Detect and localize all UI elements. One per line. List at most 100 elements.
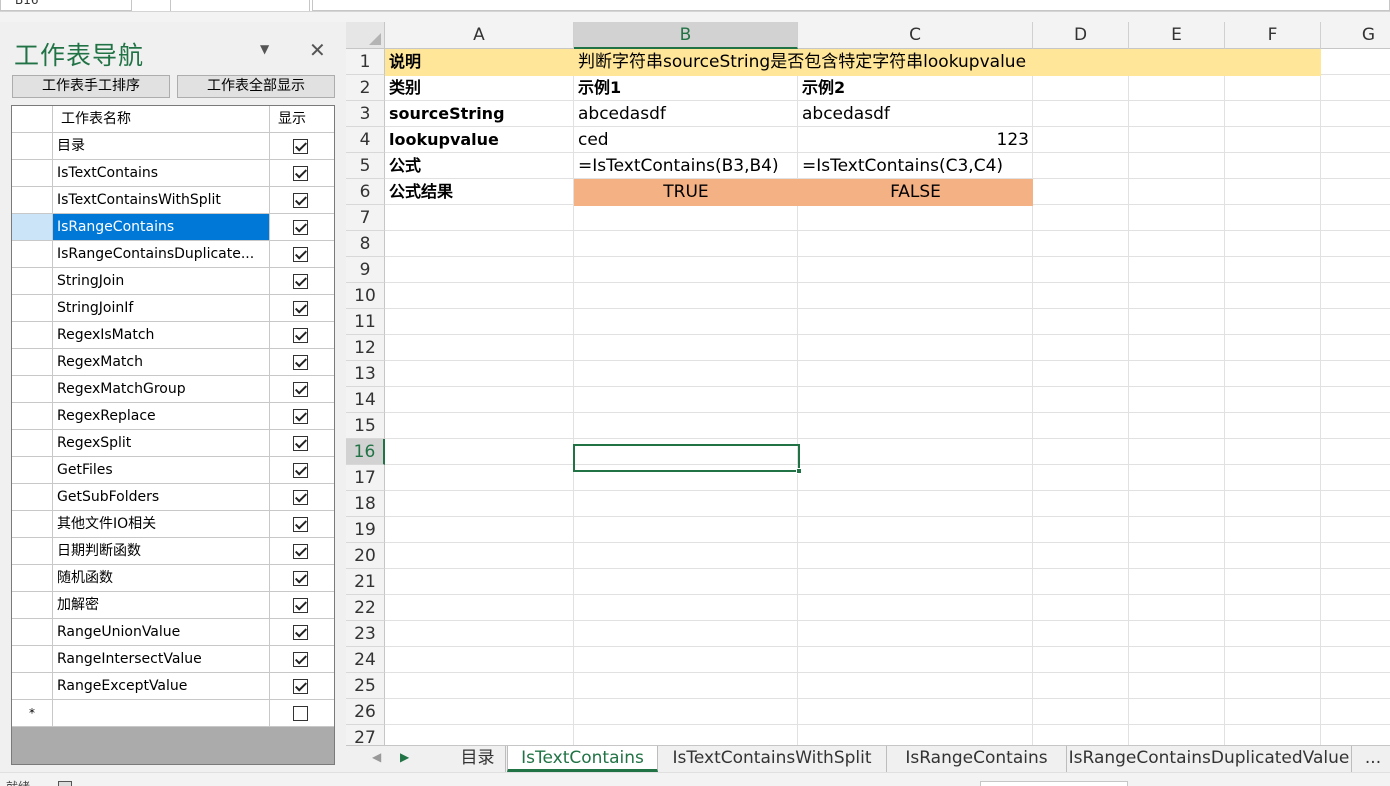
- row-header[interactable]: 27: [346, 725, 385, 745]
- sheet-list-row[interactable]: IsRangeContainsDuplicate...: [12, 241, 334, 268]
- sheet-list-row[interactable]: RegexIsMatch: [12, 322, 334, 349]
- sheet-name-cell[interactable]: RangeUnionValue: [53, 619, 270, 646]
- checkbox-icon[interactable]: [293, 301, 308, 316]
- show-checkbox-cell[interactable]: [270, 160, 334, 187]
- cell-a6[interactable]: 公式结果: [385, 179, 574, 205]
- row-header[interactable]: 22: [346, 595, 385, 621]
- row-header[interactable]: 24: [346, 647, 385, 673]
- row-header[interactable]: 17: [346, 465, 385, 491]
- cell-c6[interactable]: FALSE: [798, 179, 1033, 205]
- sheet-name-cell[interactable]: RegexSplit: [53, 430, 270, 457]
- show-checkbox-cell[interactable]: [270, 565, 334, 592]
- sheet-name-cell[interactable]: RegexMatch: [53, 349, 270, 376]
- show-checkbox-cell[interactable]: [270, 700, 334, 727]
- show-checkbox-cell[interactable]: [270, 349, 334, 376]
- show-checkbox-cell[interactable]: [270, 592, 334, 619]
- sheet-list-row[interactable]: RegexMatchGroup: [12, 376, 334, 403]
- row-header[interactable]: 18: [346, 491, 385, 517]
- cell-a3[interactable]: sourceString: [385, 101, 574, 127]
- row-header[interactable]: 5: [346, 153, 385, 179]
- sheet-list-row[interactable]: IsTextContains: [12, 160, 334, 187]
- sheet-list-row[interactable]: StringJoinIf: [12, 295, 334, 322]
- sheet-name-cell[interactable]: 其他文件IO相关: [53, 511, 270, 538]
- sheet-name-cell[interactable]: 日期判断函数: [53, 538, 270, 565]
- show-checkbox-cell[interactable]: [270, 673, 334, 700]
- column-header[interactable]: E: [1129, 22, 1225, 49]
- formula-input[interactable]: [312, 0, 1390, 11]
- row-header[interactable]: 21: [346, 569, 385, 595]
- checkbox-icon[interactable]: [293, 193, 308, 208]
- row-header[interactable]: 25: [346, 673, 385, 699]
- tab-scroll-prev-icon[interactable]: ◀: [372, 750, 381, 764]
- row-header[interactable]: 16: [346, 439, 385, 465]
- checkbox-icon[interactable]: [293, 247, 308, 262]
- checkbox-icon[interactable]: [293, 517, 308, 532]
- worksheet-grid[interactable]: ABCDEFG 1 2 3 4 5 6 7 8 9 10 11 12 13 14 15 16 17 18 19 20 2…: [346, 22, 1390, 745]
- sheet-tab[interactable]: IsRangeContains: [887, 746, 1067, 772]
- checkbox-icon[interactable]: [293, 274, 308, 289]
- checkbox-icon[interactable]: [293, 139, 308, 154]
- row-selector[interactable]: [12, 430, 53, 457]
- sheet-name-cell[interactable]: RangeIntersectValue: [53, 646, 270, 673]
- sheet-list-row[interactable]: RegexSplit: [12, 430, 334, 457]
- cell-a4[interactable]: lookupvalue: [385, 127, 574, 153]
- sheet-name-cell[interactable]: GetFiles: [53, 457, 270, 484]
- checkbox-icon[interactable]: [293, 679, 308, 694]
- select-all-corner[interactable]: [346, 22, 385, 49]
- show-all-button[interactable]: 工作表全部显示: [177, 75, 335, 98]
- row-selector[interactable]: [12, 322, 53, 349]
- column-header[interactable]: F: [1225, 22, 1321, 49]
- sheet-name-cell[interactable]: StringJoinIf: [53, 295, 270, 322]
- show-checkbox-cell[interactable]: [270, 322, 334, 349]
- sheet-list-row[interactable]: 随机函数: [12, 565, 334, 592]
- sheet-name-cell[interactable]: IsTextContains: [53, 160, 270, 187]
- row-selector[interactable]: [12, 214, 53, 241]
- cell-b3[interactable]: abcedasdf: [574, 101, 798, 127]
- sheet-name-cell[interactable]: IsRangeContainsDuplicate...: [53, 241, 270, 268]
- checkbox-icon[interactable]: [293, 490, 308, 505]
- manual-sort-button[interactable]: 工作表手工排序: [12, 75, 170, 98]
- show-checkbox-cell[interactable]: [270, 376, 334, 403]
- sheet-list-row[interactable]: RangeUnionValue: [12, 619, 334, 646]
- show-checkbox-cell[interactable]: [270, 430, 334, 457]
- checkbox-icon[interactable]: [293, 544, 308, 559]
- show-checkbox-cell[interactable]: [270, 133, 334, 160]
- sheet-tab[interactable]: 目录: [450, 746, 506, 772]
- row-selector[interactable]: [12, 565, 53, 592]
- sheet-list-row[interactable]: 日期判断函数: [12, 538, 334, 565]
- tab-scroll-next-icon[interactable]: ▶: [400, 750, 409, 764]
- sheet-list-row[interactable]: GetSubFolders: [12, 484, 334, 511]
- row-header[interactable]: 4: [346, 127, 385, 153]
- show-checkbox-cell[interactable]: [270, 619, 334, 646]
- cell-c4[interactable]: 123: [798, 127, 1033, 153]
- sheet-list-row[interactable]: 加解密: [12, 592, 334, 619]
- cell-c3[interactable]: abcedasdf: [798, 101, 1033, 127]
- checkbox-icon[interactable]: [293, 598, 308, 613]
- row-header[interactable]: 6: [346, 179, 385, 205]
- sheet-name-cell[interactable]: 目录: [53, 133, 270, 160]
- row-selector[interactable]: [12, 457, 53, 484]
- row-header[interactable]: 9: [346, 257, 385, 283]
- sheet-name-cell[interactable]: GetSubFolders: [53, 484, 270, 511]
- checkbox-icon[interactable]: [293, 463, 308, 478]
- name-box[interactable]: B16: [0, 0, 132, 11]
- row-header[interactable]: 15: [346, 413, 385, 439]
- cell-b5[interactable]: =IsTextContains(B3,B4): [574, 153, 798, 179]
- show-checkbox-cell[interactable]: [270, 511, 334, 538]
- row-header[interactable]: 8: [346, 231, 385, 257]
- sheet-name-cell[interactable]: StringJoin: [53, 268, 270, 295]
- sheet-tab[interactable]: IsRangeContainsDuplicatedValue: [1067, 746, 1352, 772]
- sheet-name-cell[interactable]: IsTextContainsWithSplit: [53, 187, 270, 214]
- show-checkbox-cell[interactable]: [270, 646, 334, 673]
- sheet-name-cell[interactable]: RegexIsMatch: [53, 322, 270, 349]
- checkbox-icon[interactable]: [293, 409, 308, 424]
- checkbox-icon[interactable]: [293, 652, 308, 667]
- show-checkbox-cell[interactable]: [270, 187, 334, 214]
- column-header[interactable]: C: [798, 22, 1033, 49]
- sheet-list-row[interactable]: StringJoin: [12, 268, 334, 295]
- cell-a5[interactable]: 公式: [385, 153, 574, 179]
- row-selector[interactable]: [12, 538, 53, 565]
- sheet-list-row[interactable]: 目录: [12, 133, 334, 160]
- sheet-name-cell[interactable]: 随机函数: [53, 565, 270, 592]
- show-checkbox-cell[interactable]: [270, 241, 334, 268]
